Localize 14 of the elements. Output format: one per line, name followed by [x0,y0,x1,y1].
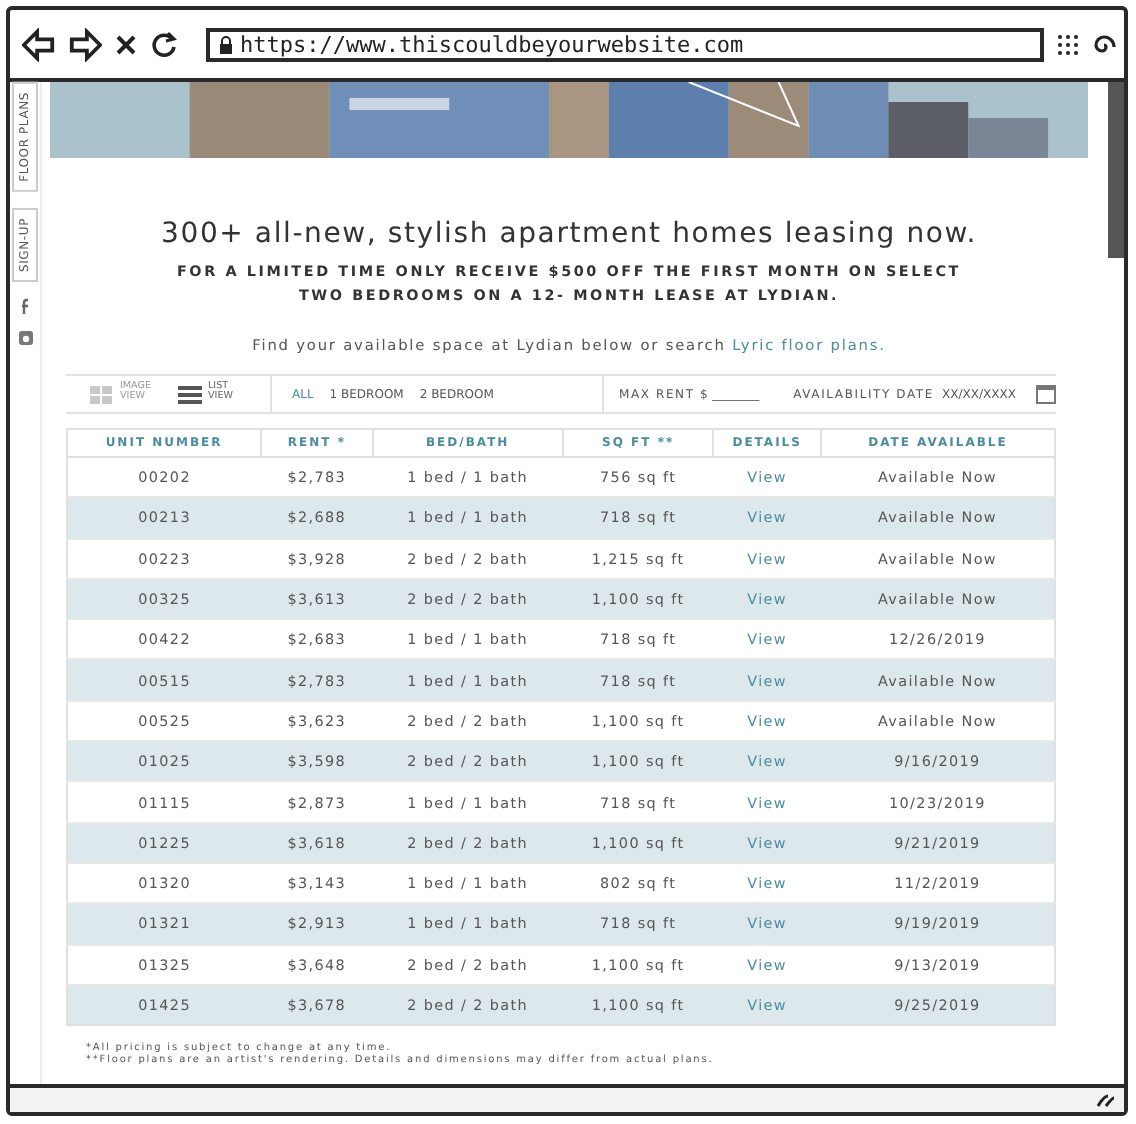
camera-icon[interactable] [17,329,33,346]
forward-icon[interactable] [68,27,102,61]
back-icon[interactable] [22,27,56,61]
url-text: https://www.thiscouldbeyourwebsite.com [240,31,744,57]
grid-icon [90,385,114,403]
lock-icon [218,35,234,53]
calendar-icon[interactable] [1036,384,1056,404]
list-icon [178,385,202,403]
resize-grip-icon[interactable] [1096,1092,1116,1108]
reload-icon[interactable] [150,27,178,61]
scrollbar-thumb[interactable] [1108,82,1124,258]
page-heading: 300+ all-new, stylish apartment homes leasing now. [159,218,979,250]
address-bar[interactable]: https://www.thiscouldbeyourwebsite.com [206,27,1044,61]
facebook-icon[interactable] [17,297,33,314]
